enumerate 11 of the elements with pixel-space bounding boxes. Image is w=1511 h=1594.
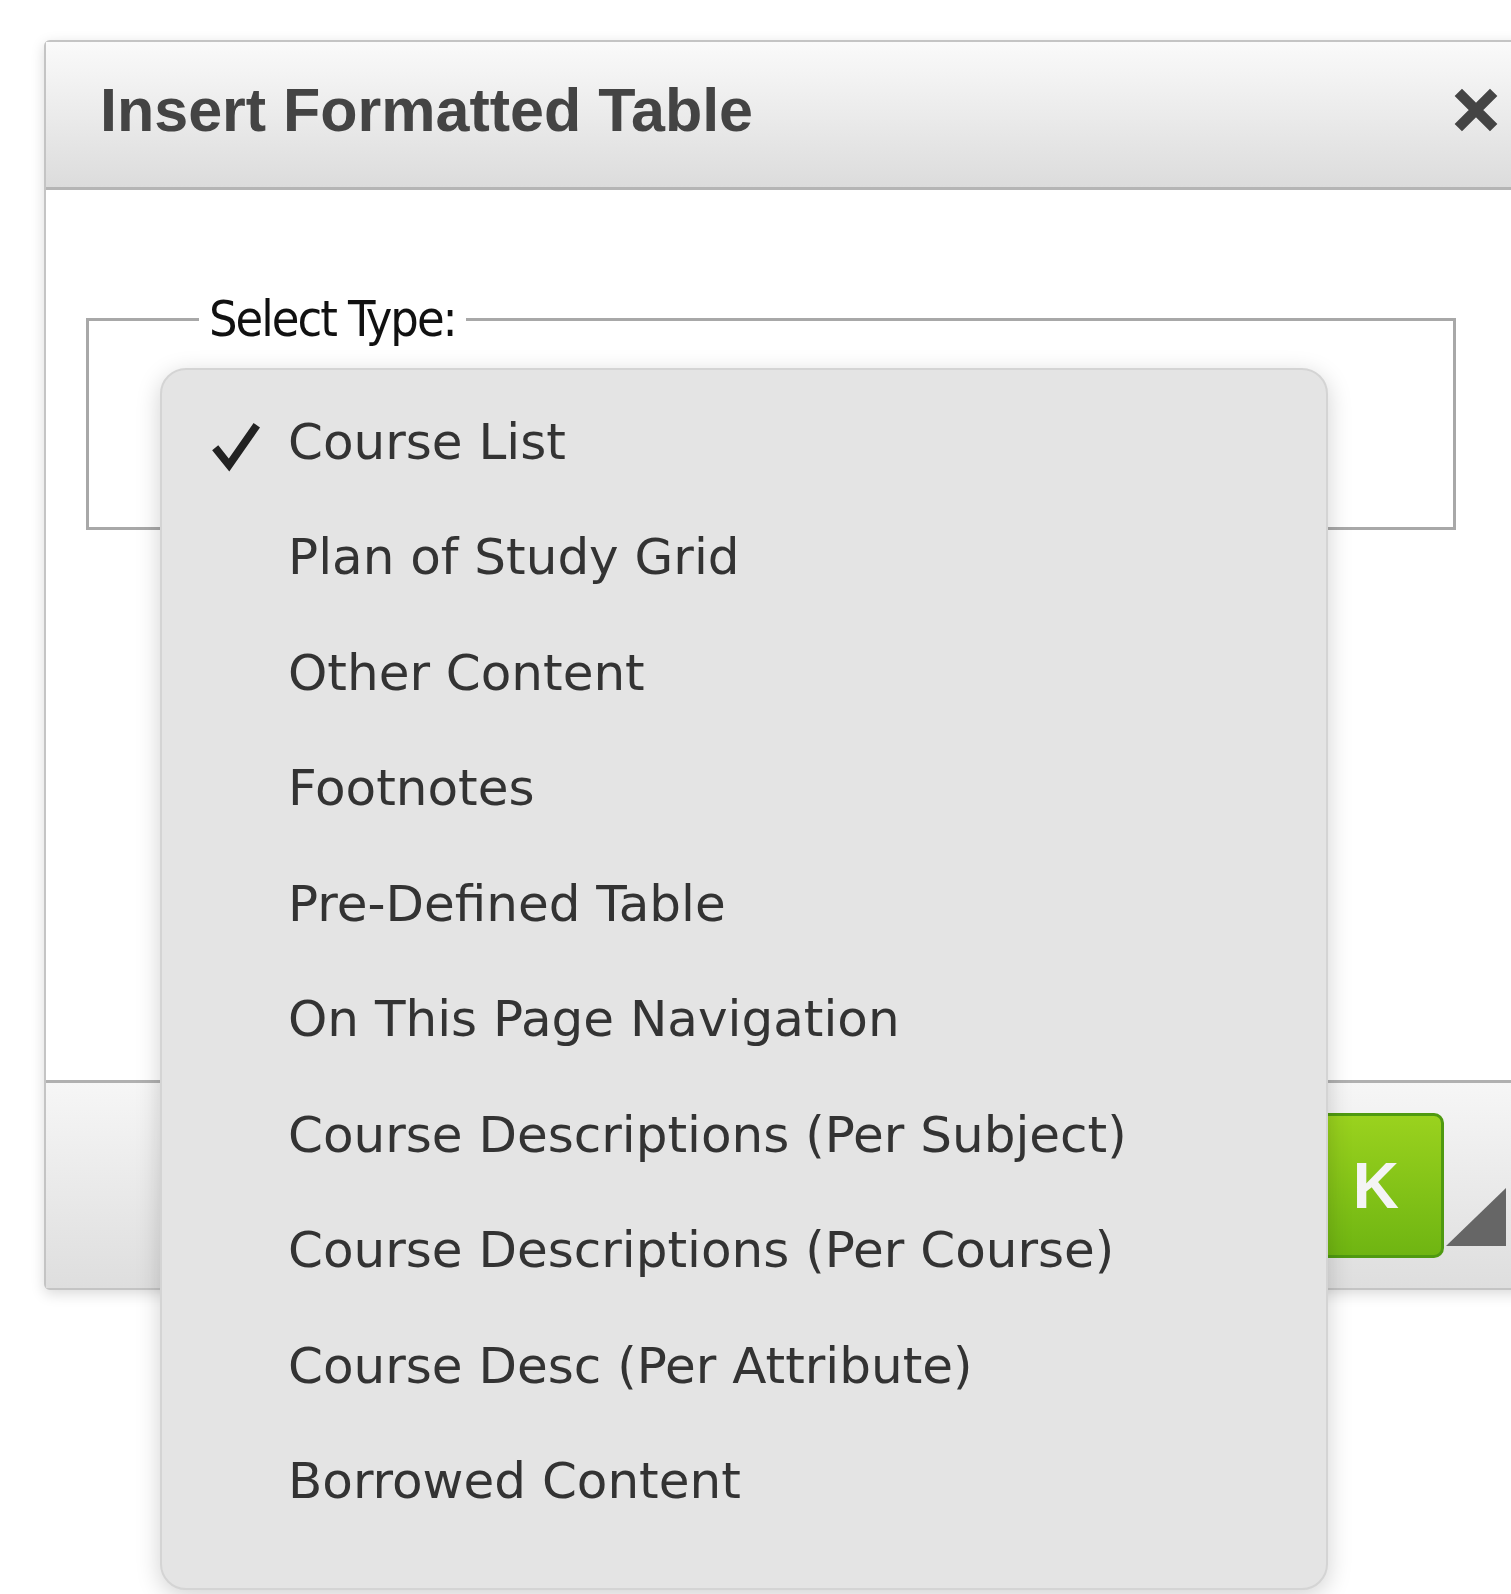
- menu-item[interactable]: On This Page Navigation: [210, 961, 1326, 1077]
- menu-item[interactable]: Course Desc (Per Attribute): [210, 1308, 1326, 1424]
- group-label: Select Type:: [208, 290, 457, 348]
- menu-item[interactable]: Plan of Study Grid: [210, 499, 1326, 615]
- menu-item[interactable]: Footnotes: [210, 730, 1326, 846]
- resize-grip-icon[interactable]: [1446, 1188, 1506, 1248]
- menu-item[interactable]: Pre-Defined Table: [210, 846, 1326, 962]
- menu-item[interactable]: Borrowed Content: [210, 1423, 1326, 1539]
- menu-item[interactable]: Other Content: [210, 615, 1326, 731]
- dialog-title: Insert Formatted Table: [100, 74, 754, 145]
- menu-item[interactable]: Course List: [210, 384, 1326, 500]
